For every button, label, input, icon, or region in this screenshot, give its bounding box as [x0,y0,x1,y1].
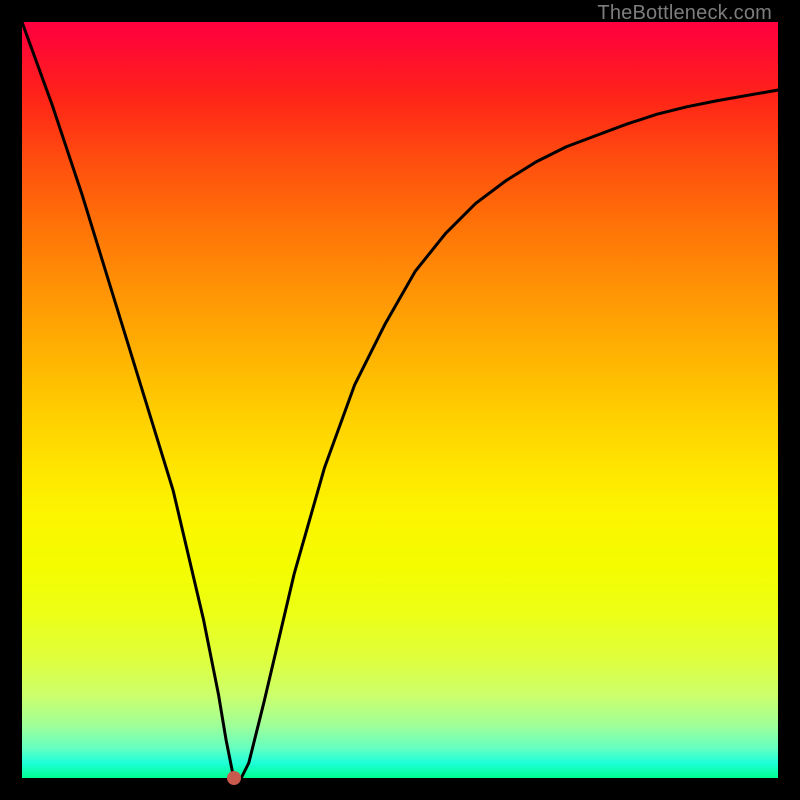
optimal-point-marker [227,771,241,785]
plot-area [22,22,778,778]
chart-frame: TheBottleneck.com [0,0,800,800]
watermark-text: TheBottleneck.com [597,2,772,25]
curve-svg [22,22,778,778]
bottleneck-curve [22,22,778,778]
